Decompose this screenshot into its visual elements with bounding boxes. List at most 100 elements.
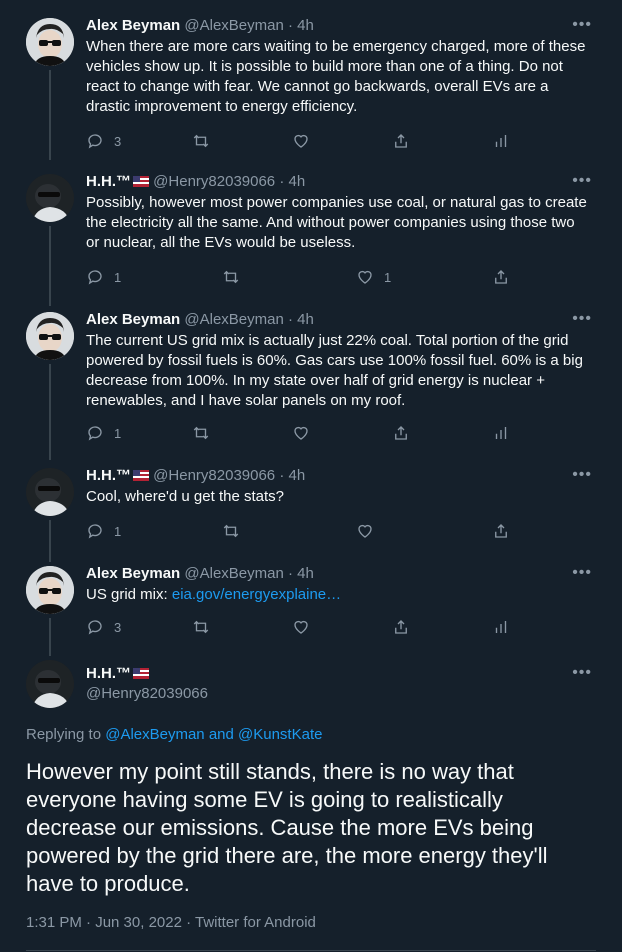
more-options-icon[interactable]: •••: [572, 664, 592, 682]
thread-line: [49, 226, 51, 306]
tweet-header: Alex Beyman @AlexBeyman · 4h: [86, 310, 314, 330]
display-name[interactable]: H.H.™: [86, 173, 131, 190]
reply-button[interactable]: 1: [86, 424, 121, 442]
like-button[interactable]: [292, 424, 310, 442]
more-options-icon[interactable]: •••: [572, 310, 592, 328]
reply-icon: [88, 524, 102, 539]
analytics-icon: [495, 135, 507, 147]
display-name[interactable]: H.H.™: [86, 467, 131, 484]
replying-to: Replying to @AlexBeyman and @KunstKate: [26, 726, 322, 743]
tweet-header: H.H.™ @Henry82039066 · 4h: [86, 172, 305, 192]
timestamp[interactable]: 4h: [289, 173, 306, 190]
handle[interactable]: @Henry82039066: [153, 467, 275, 484]
reply-count: 3: [114, 619, 122, 635]
like-button[interactable]: [356, 522, 374, 540]
handle[interactable]: @AlexBeyman: [184, 311, 283, 328]
avatar[interactable]: [26, 660, 74, 708]
retweet-icon: [223, 524, 239, 538]
heart-icon: [294, 426, 308, 440]
reply-button[interactable]: 3: [86, 132, 121, 150]
tweet[interactable]: H.H.™ @Henry82039066 · 4h ••• Cool, wher…: [0, 466, 622, 562]
handle[interactable]: @Henry82039066: [86, 685, 208, 702]
avatar-hh-image: [26, 660, 74, 708]
analytics-icon: [495, 621, 507, 633]
tweet-actions: 3: [86, 132, 526, 152]
share-button[interactable]: [492, 268, 510, 286]
tweet[interactable]: Alex Beyman @AlexBeyman · 4h ••• The cur…: [0, 310, 622, 460]
handle[interactable]: @AlexBeyman: [184, 17, 283, 34]
tweet-text: When there are more cars waiting to be e…: [86, 38, 586, 115]
share-button[interactable]: [492, 522, 510, 540]
share-icon: [395, 620, 407, 634]
separator: ·: [283, 17, 298, 34]
like-count: 1: [384, 269, 392, 285]
tweet-text: Cool, where'd u get the stats?: [86, 488, 284, 505]
reply-count: 1: [114, 523, 122, 539]
handle[interactable]: @AlexBeyman: [184, 565, 283, 582]
avatar[interactable]: [26, 312, 74, 360]
thread-line: [49, 618, 51, 656]
more-options-icon[interactable]: •••: [572, 466, 592, 484]
reply-count: 3: [114, 133, 122, 149]
like-button[interactable]: [292, 132, 310, 150]
thread-line: [49, 70, 51, 160]
reply-button[interactable]: 1: [86, 522, 121, 540]
avatar[interactable]: [26, 174, 74, 222]
separator: ·: [275, 467, 289, 484]
share-button[interactable]: [392, 618, 410, 636]
timestamp[interactable]: 4h: [297, 565, 314, 582]
share-button[interactable]: [392, 424, 410, 442]
analytics-button[interactable]: [492, 618, 510, 636]
like-button[interactable]: 1: [356, 268, 391, 286]
share-button[interactable]: [392, 132, 410, 150]
display-name[interactable]: Alex Beyman: [86, 17, 180, 34]
link[interactable]: eia.gov/energyexplaine…: [172, 586, 341, 603]
more-options-icon[interactable]: •••: [572, 16, 592, 34]
us-flag-icon: [133, 176, 149, 187]
separator: ·: [275, 173, 289, 190]
us-flag-icon: [133, 470, 149, 481]
avatar-alex-image: [26, 18, 74, 66]
avatar-alex-image: [26, 312, 74, 360]
tweet-text-prefix: US grid mix:: [86, 586, 172, 603]
timestamp[interactable]: 4h: [289, 467, 306, 484]
display-name[interactable]: Alex Beyman: [86, 565, 180, 582]
timestamp[interactable]: 4h: [297, 311, 314, 328]
retweet-button[interactable]: [192, 618, 210, 636]
tweet[interactable]: Alex Beyman @AlexBeyman · 4h ••• US grid…: [0, 564, 622, 656]
tweet[interactable]: Alex Beyman @AlexBeyman · 4h ••• When th…: [0, 16, 622, 160]
display-name[interactable]: Alex Beyman: [86, 311, 180, 328]
avatar[interactable]: [26, 468, 74, 516]
reply-button[interactable]: 3: [86, 618, 121, 636]
retweet-button[interactable]: [222, 522, 240, 540]
tweet-actions: 1 1: [86, 268, 526, 288]
reply-button[interactable]: 1: [86, 268, 121, 286]
main-timestamp[interactable]: 1:31 PM · Jun 30, 2022 · Twitter for And…: [26, 914, 316, 931]
tweet-header: H.H.™: [86, 664, 149, 684]
reply-icon: [88, 620, 102, 635]
heart-icon: [358, 524, 372, 538]
retweet-button[interactable]: [192, 424, 210, 442]
us-flag-icon: [133, 668, 149, 679]
tweet[interactable]: H.H.™ @Henry82039066 · 4h ••• Possibly, …: [0, 172, 622, 306]
analytics-button[interactable]: [492, 132, 510, 150]
share-icon: [495, 270, 507, 284]
retweet-icon: [223, 270, 239, 284]
handle[interactable]: @Henry82039066: [153, 173, 275, 190]
avatar[interactable]: [26, 18, 74, 66]
more-options-icon[interactable]: •••: [572, 564, 592, 582]
replying-to-users[interactable]: @AlexBeyman and @KunstKate: [105, 726, 322, 743]
display-name[interactable]: H.H.™: [86, 665, 131, 682]
tweet-text: The current US grid mix is actually just…: [86, 332, 583, 409]
more-options-icon[interactable]: •••: [572, 172, 592, 190]
analytics-button[interactable]: [492, 424, 510, 442]
retweet-icon: [193, 426, 209, 440]
tweet-header: H.H.™ @Henry82039066 · 4h: [86, 466, 305, 486]
retweet-button[interactable]: [192, 132, 210, 150]
reply-icon: [88, 134, 102, 149]
like-button[interactable]: [292, 618, 310, 636]
retweet-button[interactable]: [222, 268, 240, 286]
avatar-hh-image: [26, 174, 74, 222]
avatar[interactable]: [26, 566, 74, 614]
timestamp[interactable]: 4h: [297, 17, 314, 34]
